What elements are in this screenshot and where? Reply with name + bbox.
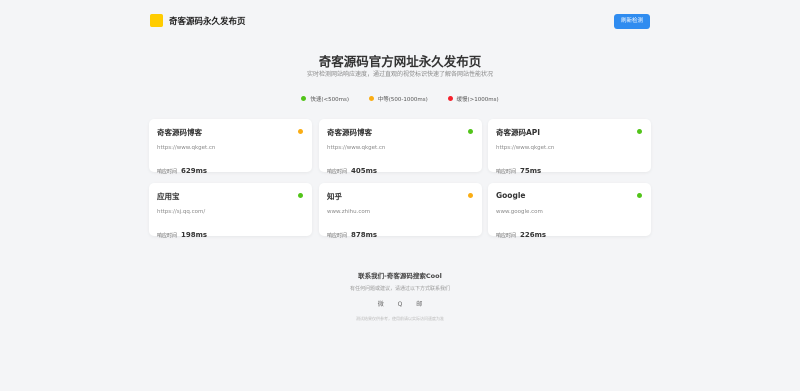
- site-name: Google: [496, 191, 526, 200]
- legend-label: 中等(500-1000ms): [377, 97, 428, 103]
- status-legend: 快速(<500ms) 中等(500-1000ms) 缓慢(>1000ms): [0, 95, 800, 103]
- site-url[interactable]: www.google.com: [496, 209, 543, 215]
- legend-dot: [447, 96, 453, 101]
- response-value: 878ms: [351, 231, 378, 239]
- legend-label: 快速(<500ms): [310, 97, 349, 103]
- response-label: 响应时间: [496, 233, 517, 239]
- response-value: 405ms: [351, 167, 378, 175]
- response-label: 响应时间: [496, 169, 517, 175]
- legend-item-slow: 缓慢(>1000ms): [447, 95, 499, 103]
- footer-note: 测试结果仅供参考，使用前请以实际访问速度为准: [356, 316, 444, 321]
- site-card[interactable]: 奇客源码博客 https://www.qkget.cn 响应时间 629ms: [149, 119, 312, 175]
- legend-dot: [301, 96, 307, 101]
- legend-label: 缓慢(>1000ms): [456, 97, 499, 103]
- site-url[interactable]: https://sj.qq.com/: [157, 209, 205, 215]
- site-name: 奇客源码博客: [157, 128, 202, 137]
- site-card[interactable]: 奇客源码API https://www.qkget.cn 响应时间 75ms: [488, 119, 651, 175]
- site-url[interactable]: www.zhihu.com: [327, 209, 370, 215]
- legend-item-medium: 中等(500-1000ms): [368, 95, 428, 103]
- response-value: 198ms: [181, 231, 208, 239]
- response-label: 响应时间: [157, 233, 178, 239]
- legend-dot: [368, 96, 374, 101]
- site-card[interactable]: Google www.google.com 响应时间 226ms: [488, 183, 651, 239]
- site-card[interactable]: 奇客源码博客 https://www.qkget.cn 响应时间 405ms: [319, 119, 482, 175]
- wechat-contact-link[interactable]: 微: [378, 299, 384, 308]
- legend-item-fast: 快速(<500ms): [301, 95, 349, 103]
- status-dot: [468, 193, 473, 198]
- site-name: 知乎: [327, 192, 342, 201]
- response-value: 75ms: [520, 167, 542, 175]
- response-value: 629ms: [181, 167, 208, 175]
- response-time: 响应时间 198ms: [157, 222, 207, 241]
- response-label: 响应时间: [157, 169, 178, 175]
- site-card[interactable]: 知乎 www.zhihu.com 响应时间 878ms: [319, 183, 482, 239]
- response-time: 响应时间 75ms: [496, 158, 541, 177]
- response-label: 响应时间: [327, 233, 348, 239]
- response-value: 226ms: [520, 231, 547, 239]
- footer-subtitle: 有任何问题或建议，请通过以下方式联系我们: [349, 286, 450, 292]
- site-title: 奇客源码永久发布页: [169, 17, 246, 27]
- site-url[interactable]: https://www.qkget.cn: [157, 145, 215, 151]
- site-card[interactable]: 应用宝 https://sj.qq.com/ 响应时间 198ms: [149, 183, 312, 239]
- site-logo: [150, 14, 163, 27]
- status-dot: [298, 129, 303, 134]
- status-dot: [468, 129, 473, 134]
- response-time: 响应时间 629ms: [157, 158, 207, 177]
- email-contact-link[interactable]: 邮: [416, 299, 422, 308]
- header: 奇客源码永久发布页 刷新检测: [0, 0, 800, 44]
- site-name: 奇客源码博客: [327, 128, 372, 137]
- status-dot: [637, 193, 642, 198]
- page-subtitle: 实时检测网站响应速度，通过直观的视觉标识快速了解各网站性能状况: [306, 71, 493, 78]
- status-dot: [637, 129, 642, 134]
- response-label: 响应时间: [327, 169, 348, 175]
- qq-contact-link[interactable]: Q: [398, 301, 403, 308]
- site-name: 应用宝: [157, 192, 180, 201]
- site-name: 奇客源码API: [496, 128, 541, 137]
- contact-links: 微 Q 邮: [0, 299, 800, 308]
- response-time: 响应时间 878ms: [327, 222, 377, 241]
- status-dot: [298, 193, 303, 198]
- site-url[interactable]: https://www.qkget.cn: [496, 145, 554, 151]
- footer-title: 联系我们-奇客源码搜索Cool: [358, 272, 442, 280]
- page-title: 奇客源码官方网址永久发布页: [318, 54, 482, 69]
- response-time: 响应时间 226ms: [496, 222, 546, 241]
- response-time: 响应时间 405ms: [327, 158, 377, 177]
- site-url[interactable]: https://www.qkget.cn: [327, 145, 385, 151]
- refresh-button[interactable]: 刷新检测: [614, 14, 650, 29]
